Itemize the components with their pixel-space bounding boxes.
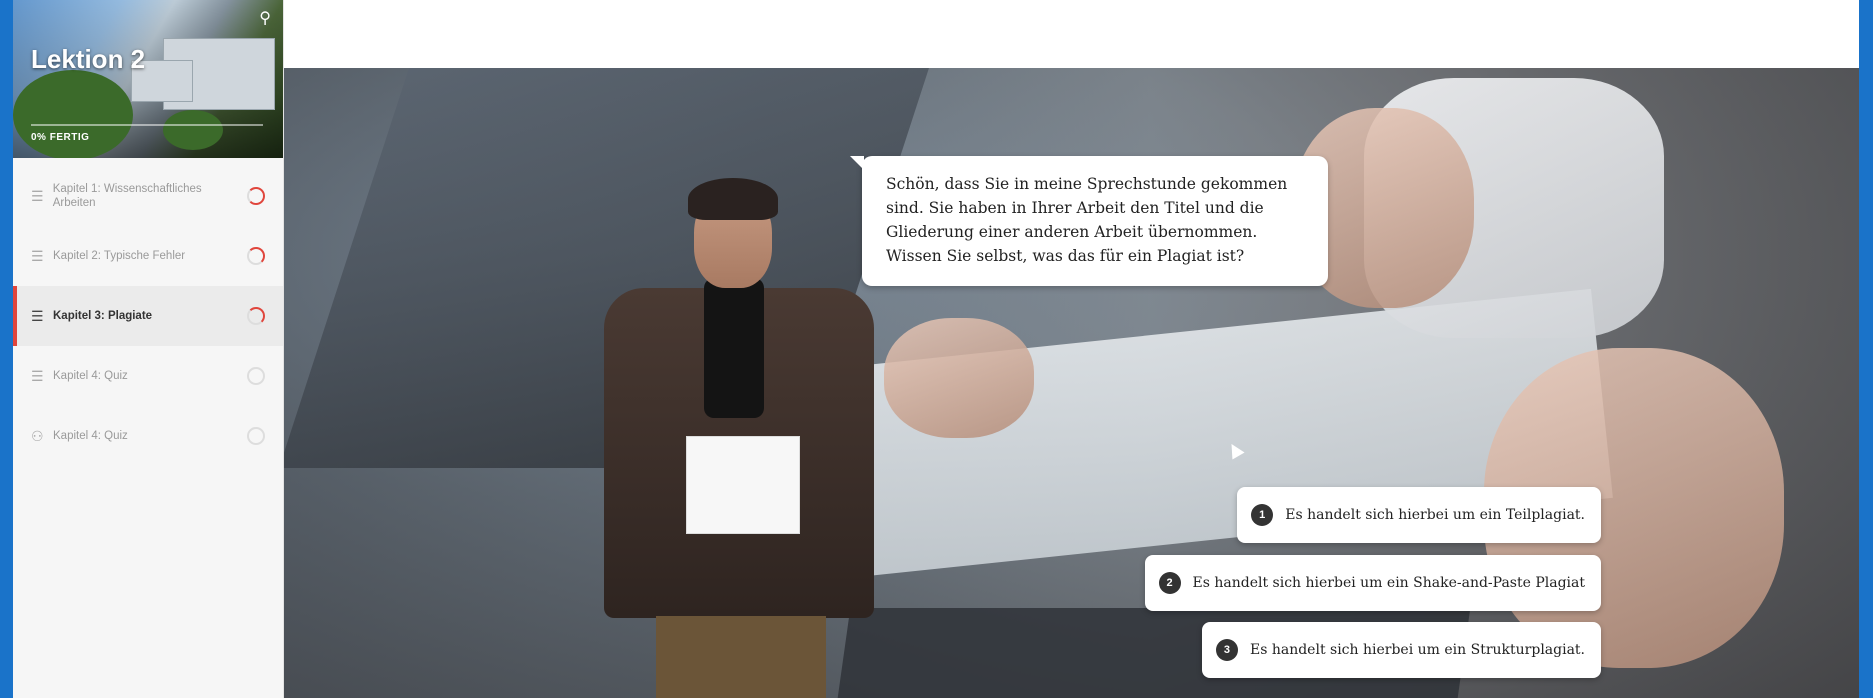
speech-bubble: Schön, dass Sie in meine Sprechstunde ge… — [850, 156, 1328, 286]
progress-ring-icon — [247, 247, 265, 265]
progress-ring-icon — [247, 427, 265, 445]
answer-option-3[interactable]: 3 Es handelt sich hierbei um ein Struktu… — [1201, 622, 1601, 678]
lines-icon: ☰ — [31, 368, 44, 384]
sidebar-item-kapitel-3[interactable]: ☰ Kapitel 3: Plagiate — [13, 286, 283, 346]
sidebar-item-kapitel-4-quiz-2[interactable]: ⚇ Kapitel 4: Quiz — [13, 406, 283, 466]
option-text: Es handelt sich hierbei um ein Teilplagi… — [1285, 507, 1585, 523]
lesson-title: Lektion 2 — [31, 44, 146, 74]
sidebar-item-label: Kapitel 1: Wissenschaftliches Arbeiten — [52, 183, 202, 209]
answer-option-2[interactable]: 2 Es handelt sich hierbei um ein Shake-a… — [1144, 555, 1601, 611]
top-bar — [284, 0, 1859, 68]
option-number: 3 — [1215, 639, 1238, 661]
option-number: 1 — [1251, 504, 1274, 526]
sidebar-item-label: Kapitel 3: Plagiate — [53, 310, 153, 322]
paper-sheet — [686, 436, 800, 534]
tree-image — [163, 110, 223, 150]
sidebar-item-kapitel-4-quiz[interactable]: ☰ Kapitel 4: Quiz — [13, 346, 283, 406]
tree-image — [13, 70, 133, 158]
option-text: Es handelt sich hierbei um ein Shake-and… — [1192, 575, 1585, 591]
sidebar-item-label: Kapitel 4: Quiz — [53, 430, 128, 442]
option-number: 2 — [1158, 572, 1181, 594]
lesson-header: ⚲ Lektion 2 0% FERTIG — [13, 0, 283, 158]
presenter-figure — [584, 128, 894, 698]
progress-ring-icon — [247, 187, 265, 205]
sidebar-item-label: Kapitel 2: Typische Fehler — [53, 250, 186, 262]
search-icon[interactable]: ⚲ — [259, 8, 271, 28]
lines-icon: ☰ — [31, 308, 44, 324]
progress-ring-icon — [247, 367, 265, 385]
people-icon: ⚇ — [31, 428, 44, 444]
lesson-progress-text: 0% FERTIG — [31, 132, 90, 143]
progress-ring-icon — [247, 307, 265, 325]
sidebar-item-label: Kapitel 4: Quiz — [53, 370, 128, 382]
scenario-scene: Schön, dass Sie in meine Sprechstunde ge… — [284, 68, 1859, 698]
lines-icon: ☰ — [31, 188, 44, 204]
lines-icon: ☰ — [31, 248, 44, 264]
speech-text: Schön, dass Sie in meine Sprechstunde ge… — [886, 175, 1288, 265]
answer-option-1[interactable]: 1 Es handelt sich hierbei um ein Teilpla… — [1237, 487, 1601, 543]
option-text: Es handelt sich hierbei um ein Strukturp… — [1249, 642, 1585, 658]
course-player: ⚲ Lektion 2 0% FERTIG ☰ Kapitel 1: Wisse… — [13, 0, 1859, 698]
background-hand — [884, 318, 1034, 438]
chapter-list: ☰ Kapitel 1: Wissenschaftliches Arbeiten… — [13, 166, 283, 466]
sidebar-item-kapitel-1[interactable]: ☰ Kapitel 1: Wissenschaftliches Arbeiten — [13, 166, 283, 226]
lesson-progress-bar — [31, 124, 263, 126]
sidebar-item-kapitel-2[interactable]: ☰ Kapitel 2: Typische Fehler — [13, 226, 283, 286]
sidebar: ⚲ Lektion 2 0% FERTIG ☰ Kapitel 1: Wisse… — [13, 0, 284, 698]
